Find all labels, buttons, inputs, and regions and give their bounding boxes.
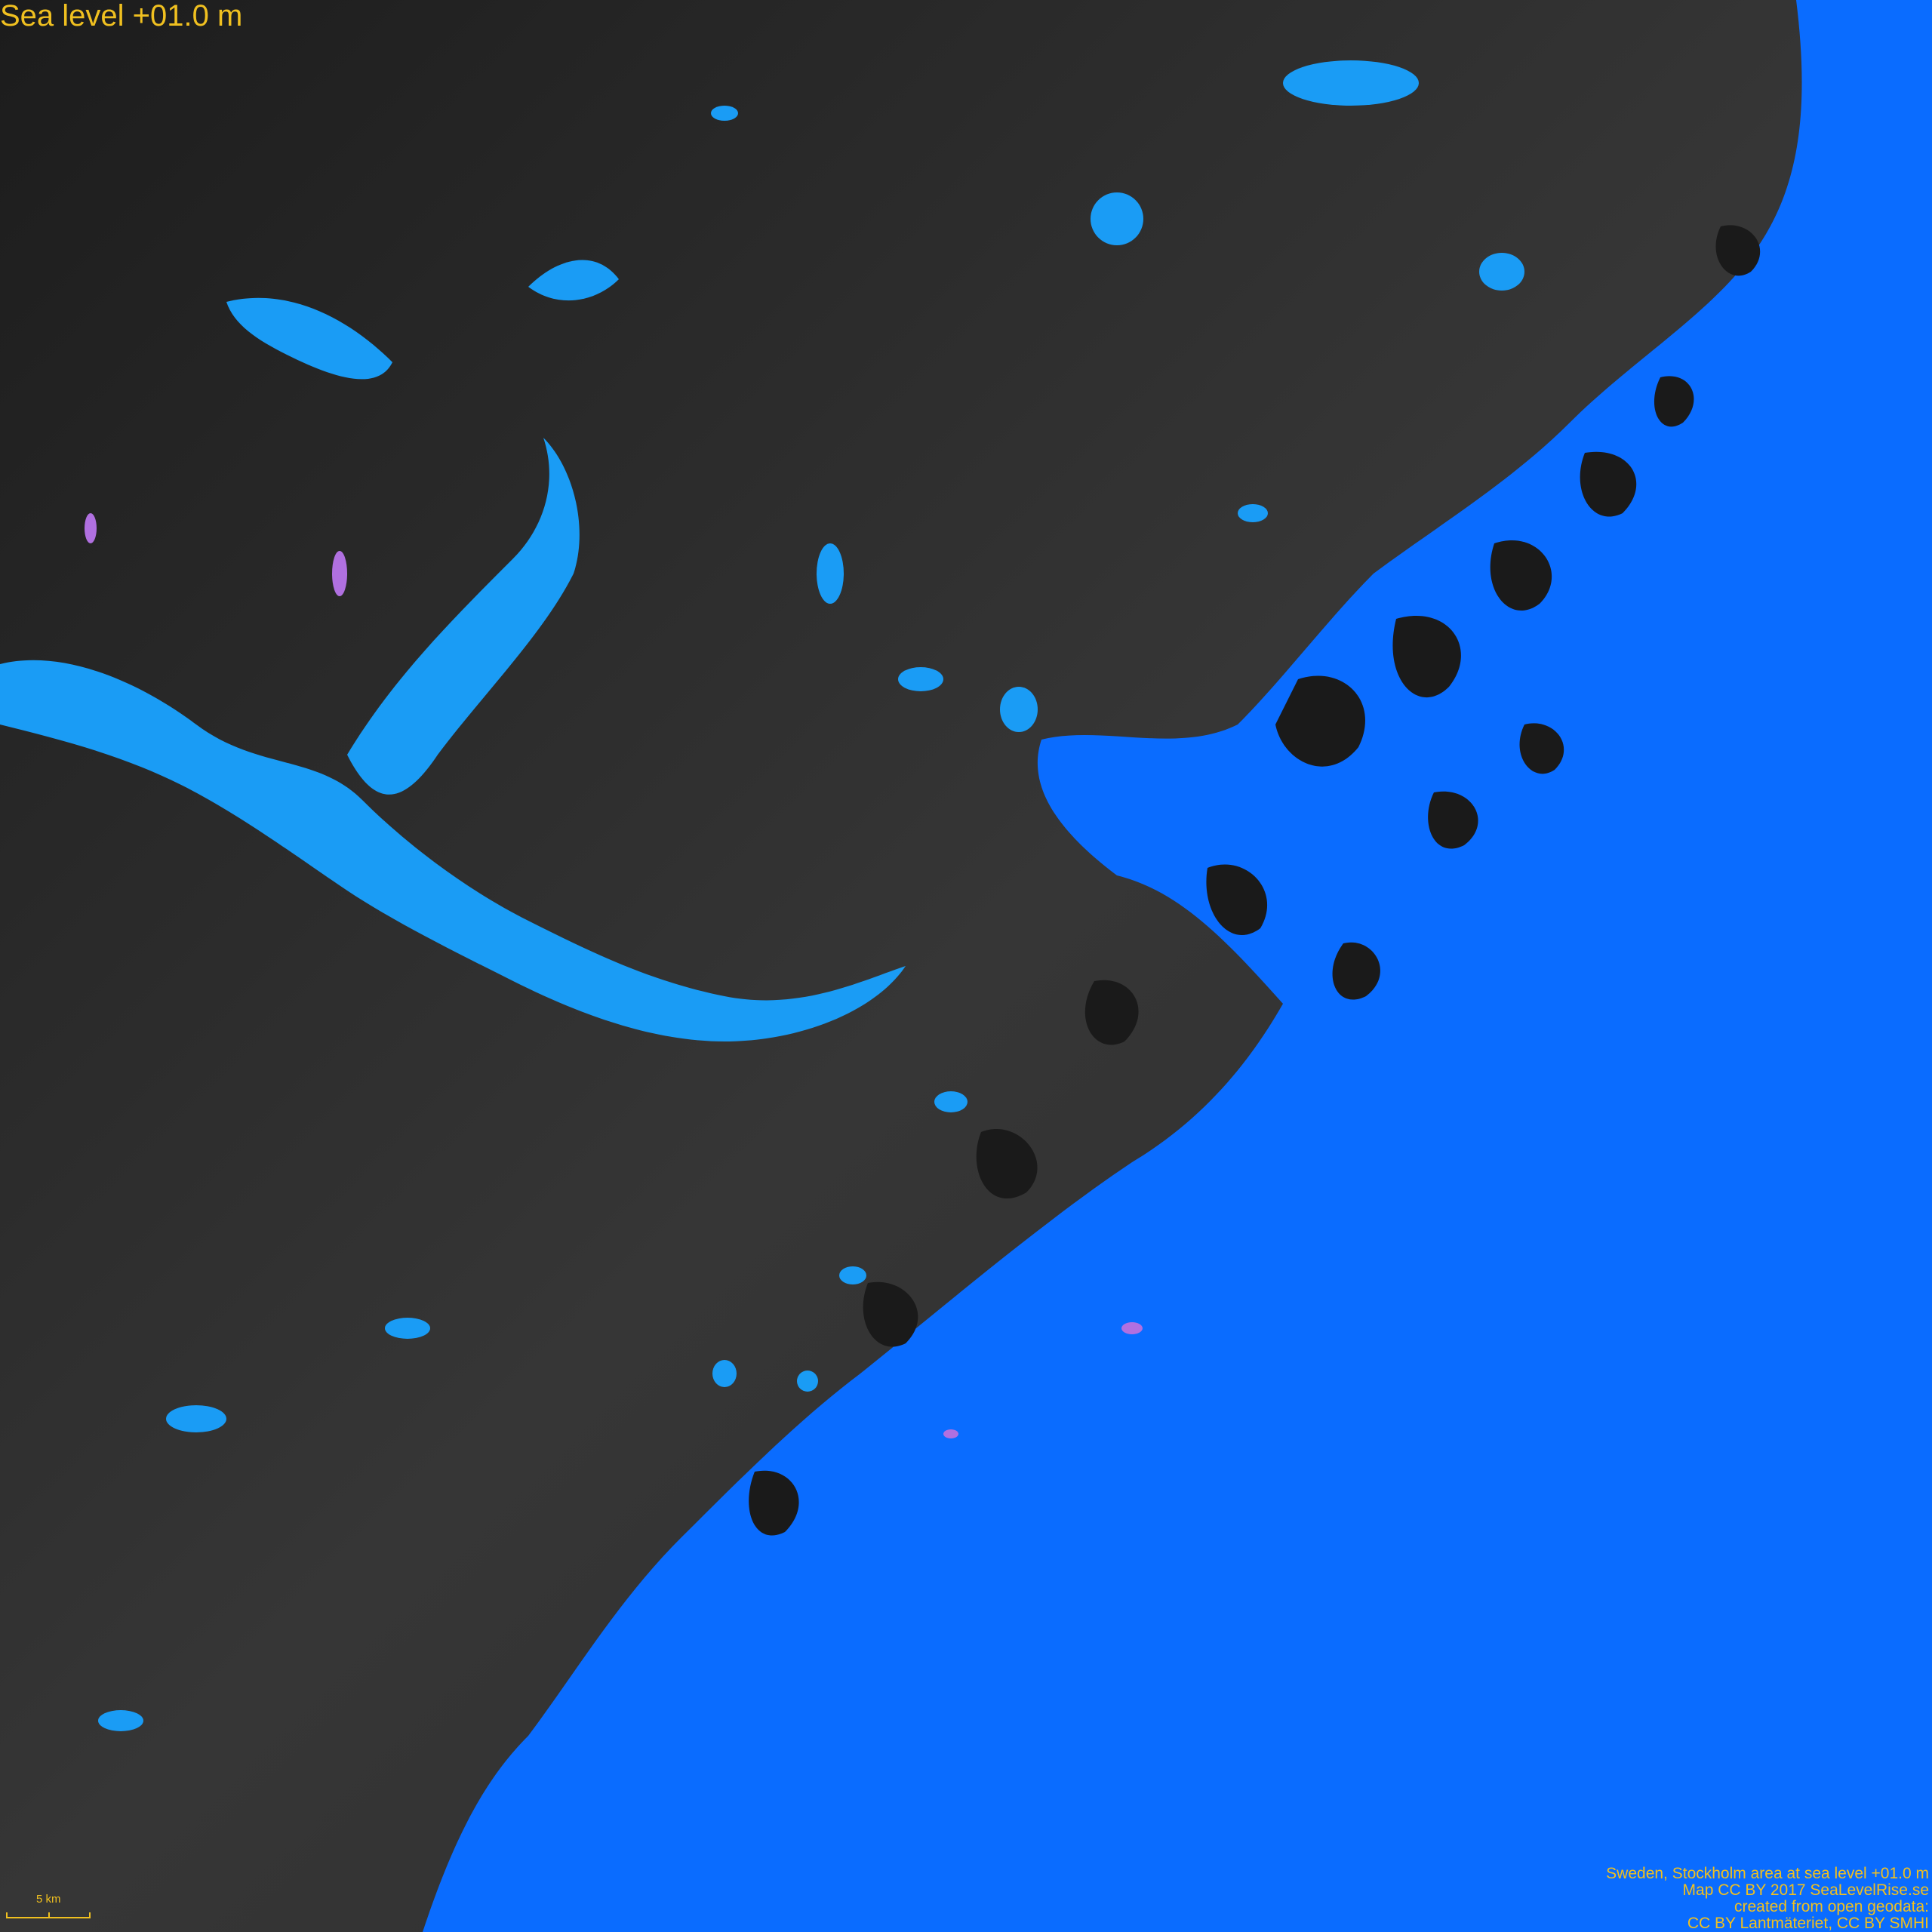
map-credits: Sweden, Stockholm area at sea level +01.… (1606, 1866, 1929, 1932)
map-title: Sea level +01.0 m (0, 0, 243, 32)
scale-bar-tick (89, 1912, 91, 1918)
map-image (0, 0, 1932, 1932)
scale-bar: 5 km (6, 1893, 93, 1923)
credit-line: CC BY Lantmäteriet, CC BY SMHI (1687, 1915, 1929, 1932)
flood-map[interactable]: Sea level +01.0 m Sweden, Stockholm area… (0, 0, 1932, 1932)
credit-line: Map CC BY 2017 SeaLevelRise.se (1682, 1881, 1929, 1899)
scale-bar-label: 5 km (36, 1893, 61, 1906)
scale-bar-tick (6, 1912, 8, 1918)
credit-line: created from open geodata: (1734, 1898, 1929, 1915)
scale-bar-tick (48, 1912, 50, 1918)
credit-line: Sweden, Stockholm area at sea level +01.… (1606, 1865, 1929, 1882)
